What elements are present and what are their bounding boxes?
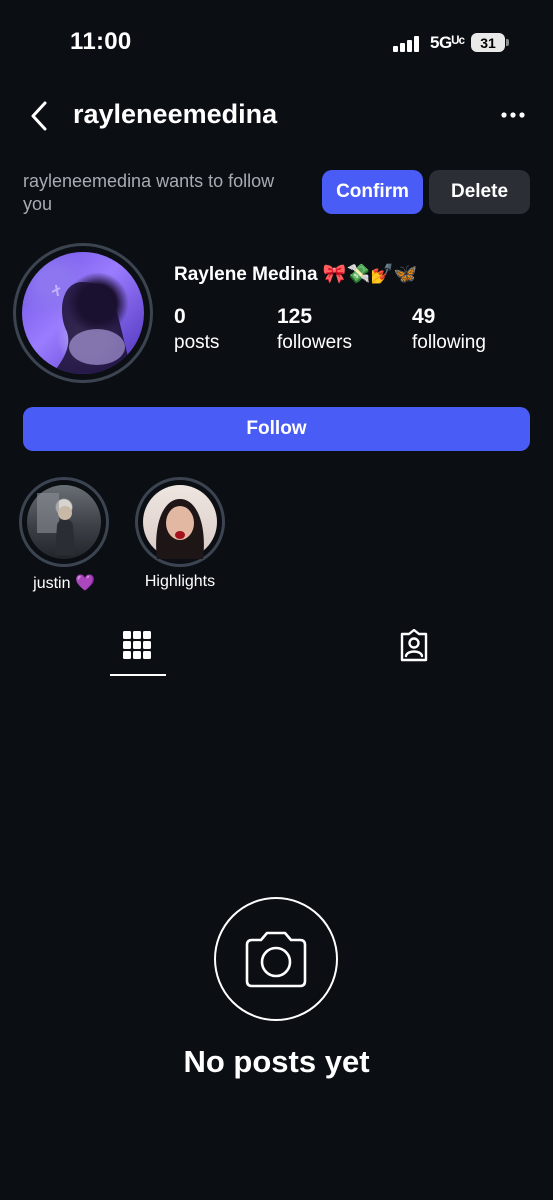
grid-icon bbox=[123, 631, 151, 659]
battery-nub bbox=[506, 39, 509, 46]
follow-button[interactable]: Follow bbox=[23, 407, 530, 451]
highlight-cover-image bbox=[143, 485, 217, 559]
delete-button[interactable]: Delete bbox=[429, 170, 530, 214]
camera-icon bbox=[241, 927, 311, 991]
status-time: 11:00 bbox=[70, 28, 132, 55]
tab-posts-grid[interactable] bbox=[122, 630, 152, 660]
cellular-signal-icon bbox=[393, 36, 423, 52]
active-tab-indicator bbox=[110, 674, 166, 676]
highlight-cover-image bbox=[27, 485, 101, 559]
following-stat[interactable]: 49 following bbox=[412, 303, 486, 355]
display-name: Raylene Medina 🎀💸💅🦋 bbox=[174, 264, 418, 285]
highlight-highlights[interactable] bbox=[135, 477, 225, 567]
posts-label: posts bbox=[174, 332, 220, 353]
battery-icon: 31 bbox=[471, 33, 505, 52]
highlight-label: Highlights bbox=[144, 573, 216, 590]
followers-count: 125 bbox=[277, 305, 313, 328]
page-title: rayleneemedina bbox=[73, 99, 278, 129]
avatar-photo bbox=[51, 282, 132, 374]
avatar bbox=[22, 252, 144, 374]
followers-stat[interactable]: 125 followers bbox=[277, 303, 352, 355]
back-button[interactable] bbox=[26, 98, 56, 134]
confirm-button[interactable]: Confirm bbox=[322, 170, 423, 214]
highlight-photo bbox=[156, 499, 204, 559]
posts-stat[interactable]: 0 posts bbox=[174, 303, 219, 355]
highlight-justin[interactable] bbox=[19, 477, 109, 567]
more-horizontal-icon bbox=[501, 112, 525, 118]
following-count: 49 bbox=[412, 305, 436, 328]
tagged-person-icon bbox=[400, 628, 428, 662]
network-type: 5Gᵁᶜ bbox=[430, 33, 465, 52]
chevron-left-icon bbox=[31, 101, 47, 131]
highlight-label: justin 💜 bbox=[33, 575, 95, 592]
following-label: following bbox=[412, 332, 486, 353]
followers-label: followers bbox=[277, 332, 352, 353]
tab-tagged[interactable] bbox=[397, 628, 431, 663]
follow-request-text: rayleneemedina wants to follow you bbox=[23, 171, 275, 214]
highlight-photo bbox=[37, 493, 75, 555]
battery-level: 31 bbox=[480, 34, 496, 51]
posts-count: 0 bbox=[174, 305, 186, 328]
more-options-button[interactable] bbox=[496, 105, 532, 125]
empty-state-title: No posts yet bbox=[183, 1044, 370, 1079]
